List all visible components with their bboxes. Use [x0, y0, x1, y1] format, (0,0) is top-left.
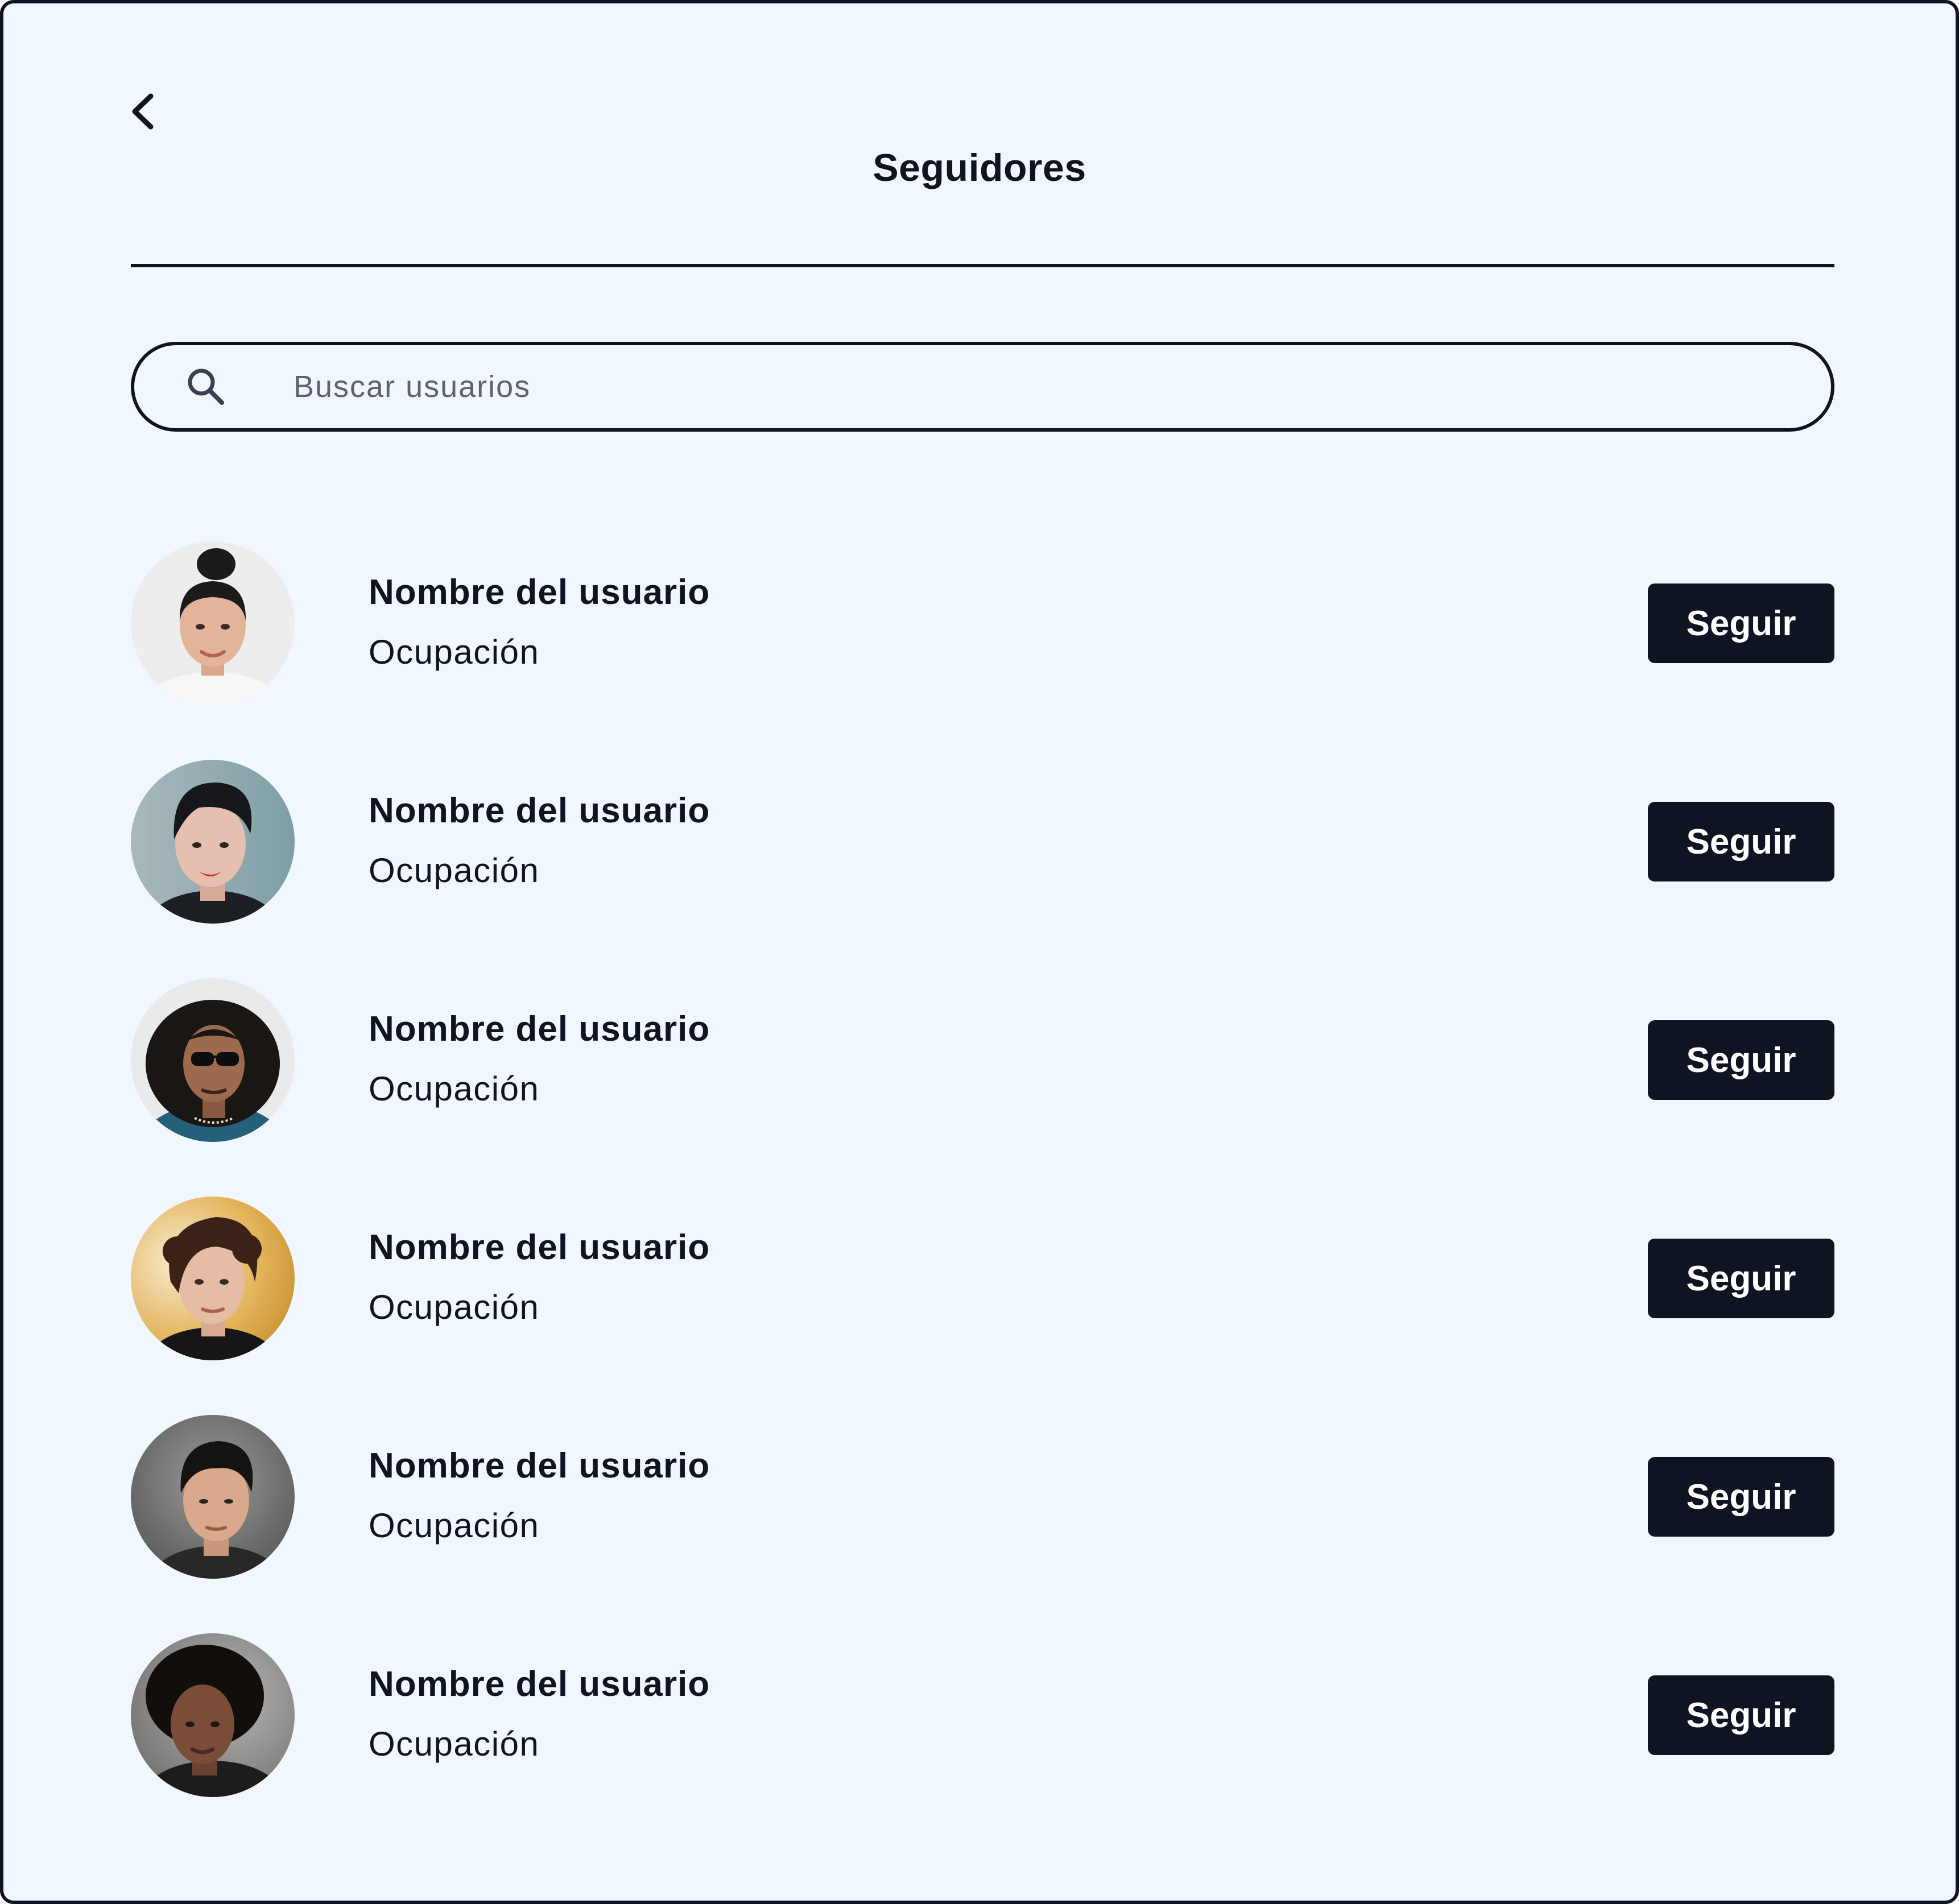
- user-name: Nombre del usuario: [369, 1009, 710, 1049]
- list-item: Nombre del usuario Ocupación Seguir: [131, 1415, 1834, 1633]
- followers-screen: Seguidores Buscar usuarios Nombre del us…: [0, 0, 1959, 1904]
- avatar-photo: [131, 1633, 295, 1797]
- user-name: Nombre del usuario: [369, 1665, 710, 1704]
- follow-button[interactable]: Seguir: [1648, 1457, 1834, 1537]
- follower-list: Nombre del usuario Ocupación Seguir Nomb…: [131, 541, 1834, 1852]
- avatar-photo: [131, 541, 295, 705]
- list-item: Nombre del usuario Ocupación Seguir: [131, 760, 1834, 978]
- avatar[interactable]: [131, 541, 295, 705]
- search-input[interactable]: [292, 369, 1660, 405]
- user-name: Nombre del usuario: [369, 573, 710, 612]
- avatar[interactable]: [131, 978, 295, 1142]
- list-item: Nombre del usuario Ocupación Seguir: [131, 1633, 1834, 1852]
- follow-button[interactable]: Seguir: [1648, 1020, 1834, 1100]
- avatar-photo: [131, 978, 295, 1142]
- header-divider: [131, 264, 1834, 267]
- search-icon: [188, 369, 224, 405]
- list-item: Nombre del usuario Ocupación Seguir: [131, 541, 1834, 760]
- user-occupation: Ocupación: [369, 1288, 540, 1326]
- user-name: Nombre del usuario: [369, 1446, 710, 1485]
- avatar-photo: [131, 760, 295, 924]
- user-occupation: Ocupación: [369, 1506, 540, 1545]
- avatar[interactable]: [131, 760, 295, 924]
- user-occupation: Ocupación: [369, 1070, 540, 1108]
- follow-button[interactable]: Seguir: [1648, 583, 1834, 663]
- page-title: Seguidores: [873, 146, 1086, 189]
- user-occupation: Ocupación: [369, 851, 540, 889]
- follow-button[interactable]: Seguir: [1648, 802, 1834, 881]
- user-occupation: Ocupación: [369, 1725, 540, 1763]
- user-name: Nombre del usuario: [369, 1228, 710, 1267]
- avatar[interactable]: [131, 1415, 295, 1579]
- avatar-photo: [131, 1197, 295, 1360]
- follow-button[interactable]: Seguir: [1648, 1675, 1834, 1755]
- user-name: Nombre del usuario: [369, 791, 710, 830]
- search-bar[interactable]: [131, 342, 1834, 432]
- user-occupation: Ocupación: [369, 633, 540, 671]
- avatar-photo: [131, 1415, 295, 1579]
- avatar[interactable]: [131, 1197, 295, 1360]
- avatar[interactable]: [131, 1633, 295, 1797]
- list-item: Nombre del usuario Ocupación Seguir: [131, 978, 1834, 1197]
- follow-button[interactable]: Seguir: [1648, 1239, 1834, 1318]
- list-item: Nombre del usuario Ocupación Seguir: [131, 1197, 1834, 1415]
- back-button[interactable]: [120, 89, 166, 134]
- chevron-left-icon: [132, 93, 154, 130]
